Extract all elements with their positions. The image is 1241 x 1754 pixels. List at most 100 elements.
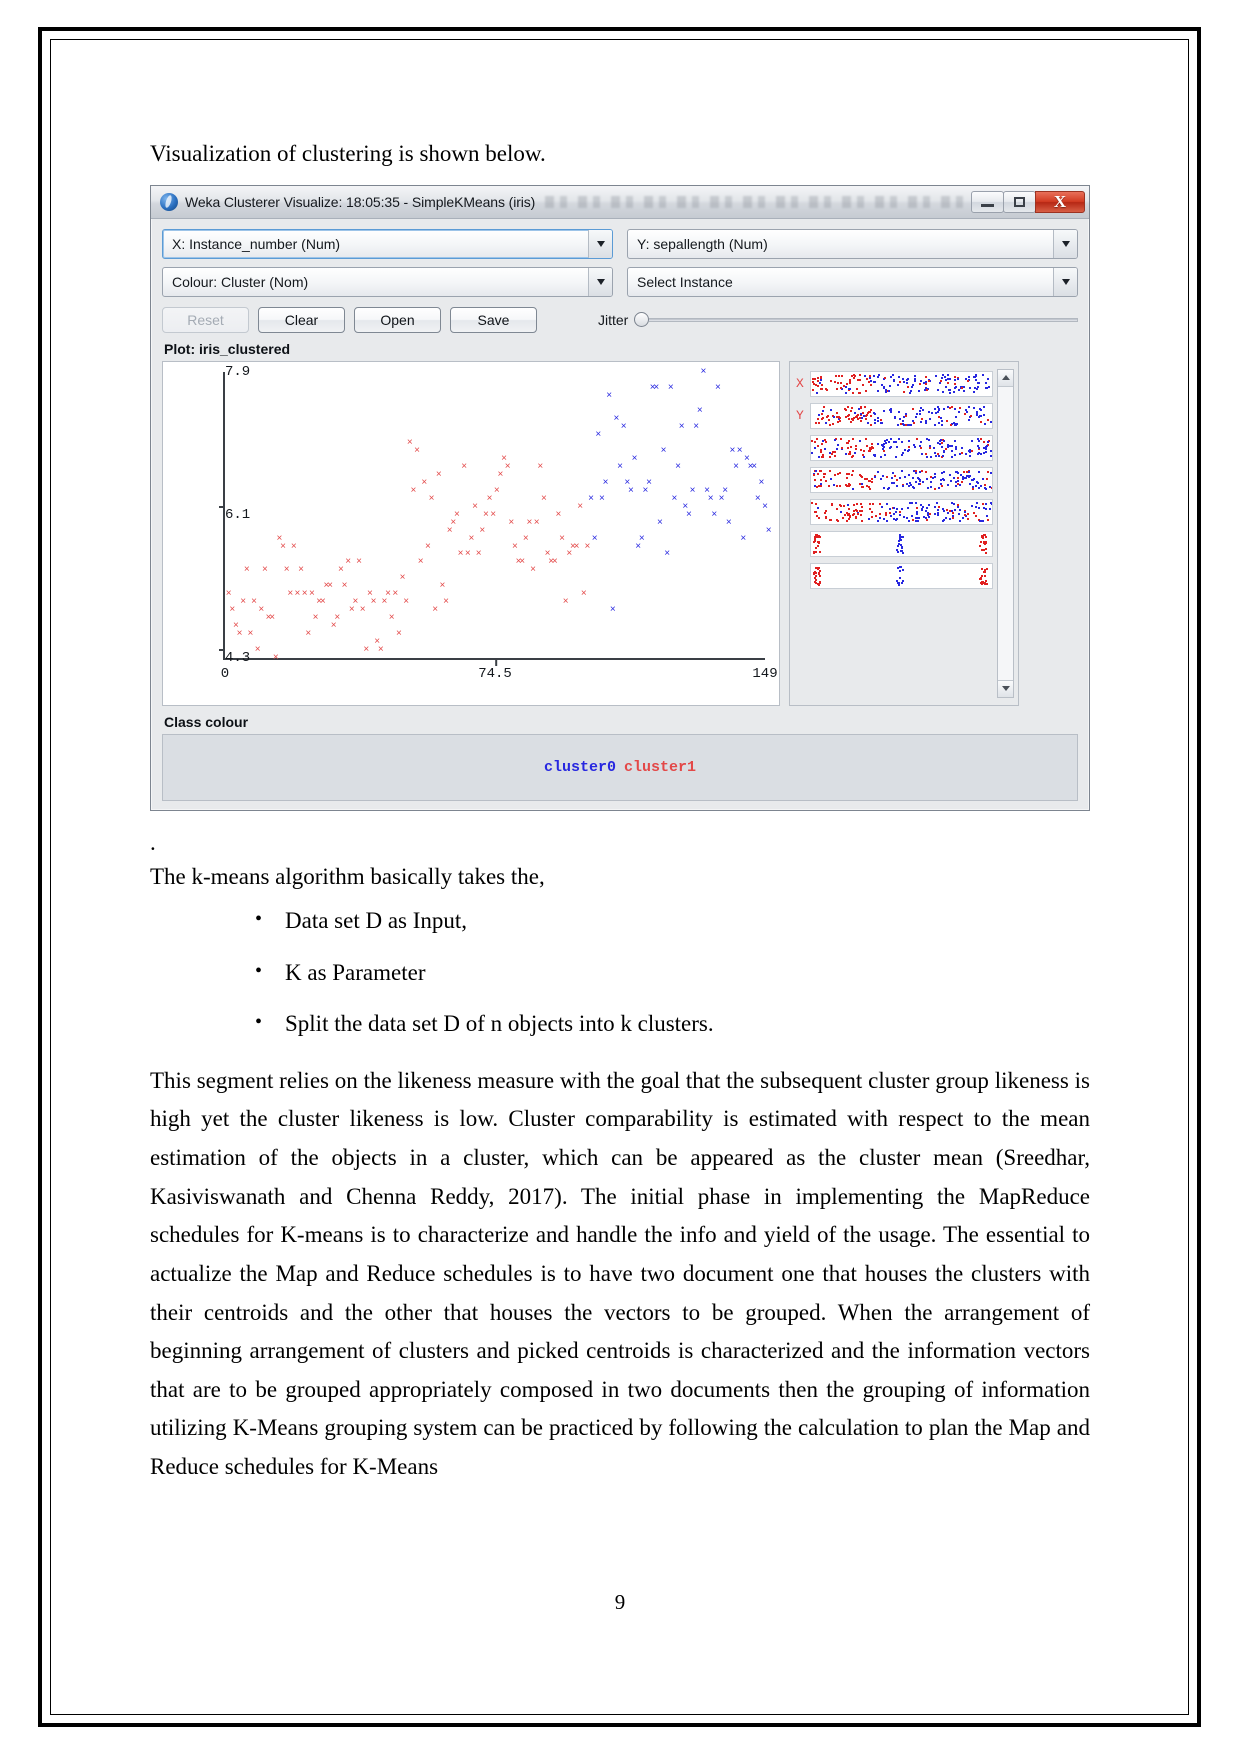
attribute-strip-dot [918, 517, 921, 520]
colour-instance-row: Colour: Cluster (Nom) Select Instance [162, 266, 1078, 297]
scatter-point: × [417, 556, 424, 568]
scatter-point: × [754, 492, 761, 504]
close-button[interactable]: X [1035, 190, 1085, 213]
attribute-strip-dot [914, 470, 917, 473]
attribute-strip-row[interactable] [796, 561, 993, 591]
attribute-strip-dot [878, 503, 881, 506]
attribute-strip-dot [946, 406, 949, 409]
chevron-down-icon[interactable] [1053, 229, 1077, 258]
titlebar-blurred-region [545, 195, 964, 208]
clear-button[interactable]: Clear [258, 306, 345, 333]
save-button[interactable]: Save [450, 306, 537, 333]
attribute-strip-dot [861, 476, 864, 479]
attribute-strip-dot [921, 418, 924, 421]
attribute-strip-dot [937, 454, 940, 457]
attribute-strip-dot [876, 519, 879, 522]
attribute-strip-dot [986, 478, 989, 481]
attribute-strip-row[interactable] [796, 529, 993, 559]
scatter-point: × [562, 596, 569, 608]
attribute-strip-dot [841, 516, 844, 519]
attribute-strip-dot [936, 513, 939, 516]
scatter-point: × [425, 540, 431, 552]
scatter-point: × [646, 476, 652, 488]
attribute-strip-dot [868, 376, 871, 379]
attribute-strip-dot [814, 383, 817, 386]
attribute-strip-row[interactable]: X [796, 369, 993, 399]
attribute-strip-dot [941, 419, 944, 422]
attribute-mini-plot[interactable] [810, 530, 993, 557]
scatter-point: × [751, 461, 758, 473]
attribute-strip-dot [907, 520, 910, 523]
attribute-strip-dot [940, 446, 943, 449]
scroll-down-button[interactable] [998, 679, 1013, 697]
chevron-down-icon[interactable] [1053, 267, 1077, 296]
legend-item-cluster1[interactable]: cluster1 [624, 759, 696, 776]
scatter-point: × [522, 532, 529, 544]
scrollbar-thumb[interactable] [998, 386, 1013, 680]
attribute-strip-dot [908, 423, 911, 426]
attribute-strip-row[interactable]: Y [796, 401, 993, 431]
attribute-strip-dot [825, 440, 828, 443]
attribute-strip-dot [889, 407, 892, 410]
attribute-strip-dot [845, 382, 848, 385]
attribute-strip-dot [902, 484, 905, 487]
scatter-point: × [762, 500, 768, 512]
attribute-strip-dot [914, 480, 917, 483]
attribute-mini-plot[interactable] [810, 466, 993, 493]
attribute-strip-dot [834, 451, 837, 454]
attribute-strip-dot [888, 487, 891, 490]
attribute-strip-dot [983, 484, 986, 487]
attribute-strip-dot [966, 475, 969, 478]
y-axis-select[interactable]: Y: sepallength (Num) [627, 228, 1078, 259]
list-item: Split the data set D of n objects into k… [150, 1010, 1090, 1038]
attribute-strip-dot [899, 566, 902, 569]
attribute-strip-dot [953, 379, 956, 382]
maximize-button[interactable] [1003, 190, 1036, 213]
window-titlebar[interactable]: Weka Clusterer Visualize: 18:05:35 - Sim… [151, 185, 1089, 219]
attribute-mini-plot[interactable] [810, 370, 993, 397]
attribute-strip-dot [897, 581, 900, 584]
jitter-slider-track[interactable] [649, 317, 1078, 322]
attribute-strip-dot [847, 417, 850, 420]
attribute-strip-dot [892, 441, 895, 444]
attribute-mini-plot[interactable] [810, 434, 993, 461]
attribute-strip-panel[interactable]: XY [789, 360, 1019, 706]
attribute-mini-plot[interactable] [810, 562, 993, 589]
attribute-strip-dot [984, 541, 987, 544]
attribute-strip-dot [964, 408, 967, 411]
attribute-strip-dot [847, 507, 850, 510]
colour-select[interactable]: Colour: Cluster (Nom) [162, 266, 613, 297]
select-instance-dropdown[interactable]: Select Instance [627, 266, 1078, 297]
scatter-point: × [475, 548, 482, 560]
scatter-point: × [504, 461, 511, 473]
attribute-mini-plot[interactable] [810, 498, 993, 525]
attribute-strip-dot [957, 512, 960, 515]
attribute-strip-dot [968, 454, 971, 457]
attribute-strip-row[interactable] [796, 433, 993, 463]
open-button[interactable]: Open [354, 306, 441, 333]
attribute-mini-plot[interactable] [810, 402, 993, 429]
legend-item-cluster0[interactable]: cluster0 [544, 759, 616, 776]
attribute-strip-dot [957, 479, 960, 482]
scatter-point: × [236, 627, 243, 639]
jitter-slider-handle[interactable] [634, 312, 650, 328]
reset-button[interactable]: Reset [162, 306, 249, 333]
scatter-plot-canvas[interactable]: 7.9 6.1 4.3 0 74.5 149 × × × × × × × × × × × × × × × × × × × × ×… [162, 360, 780, 706]
minimize-button[interactable] [971, 190, 1004, 213]
attribute-strip-dot [838, 484, 841, 487]
attribute-strip-dot [876, 471, 879, 474]
attribute-strip-dot [882, 444, 885, 447]
chevron-down-icon[interactable] [588, 267, 612, 296]
attribute-strip-row[interactable] [796, 465, 993, 495]
scroll-up-button[interactable] [998, 369, 1013, 387]
x-axis-select[interactable]: X: Instance_number (Num) [162, 228, 613, 259]
attribute-strip-dot [925, 453, 928, 456]
attribute-panel-scrollbar[interactable] [997, 368, 1014, 698]
attribute-strip-dot [894, 440, 897, 443]
list-item: K as Parameter [150, 959, 1090, 987]
attribute-strip-dot [925, 382, 928, 385]
attribute-strip-row[interactable] [796, 497, 993, 527]
chevron-down-icon[interactable] [588, 229, 612, 258]
attribute-strip-dot [979, 485, 982, 488]
attribute-strip-dot [958, 508, 961, 511]
